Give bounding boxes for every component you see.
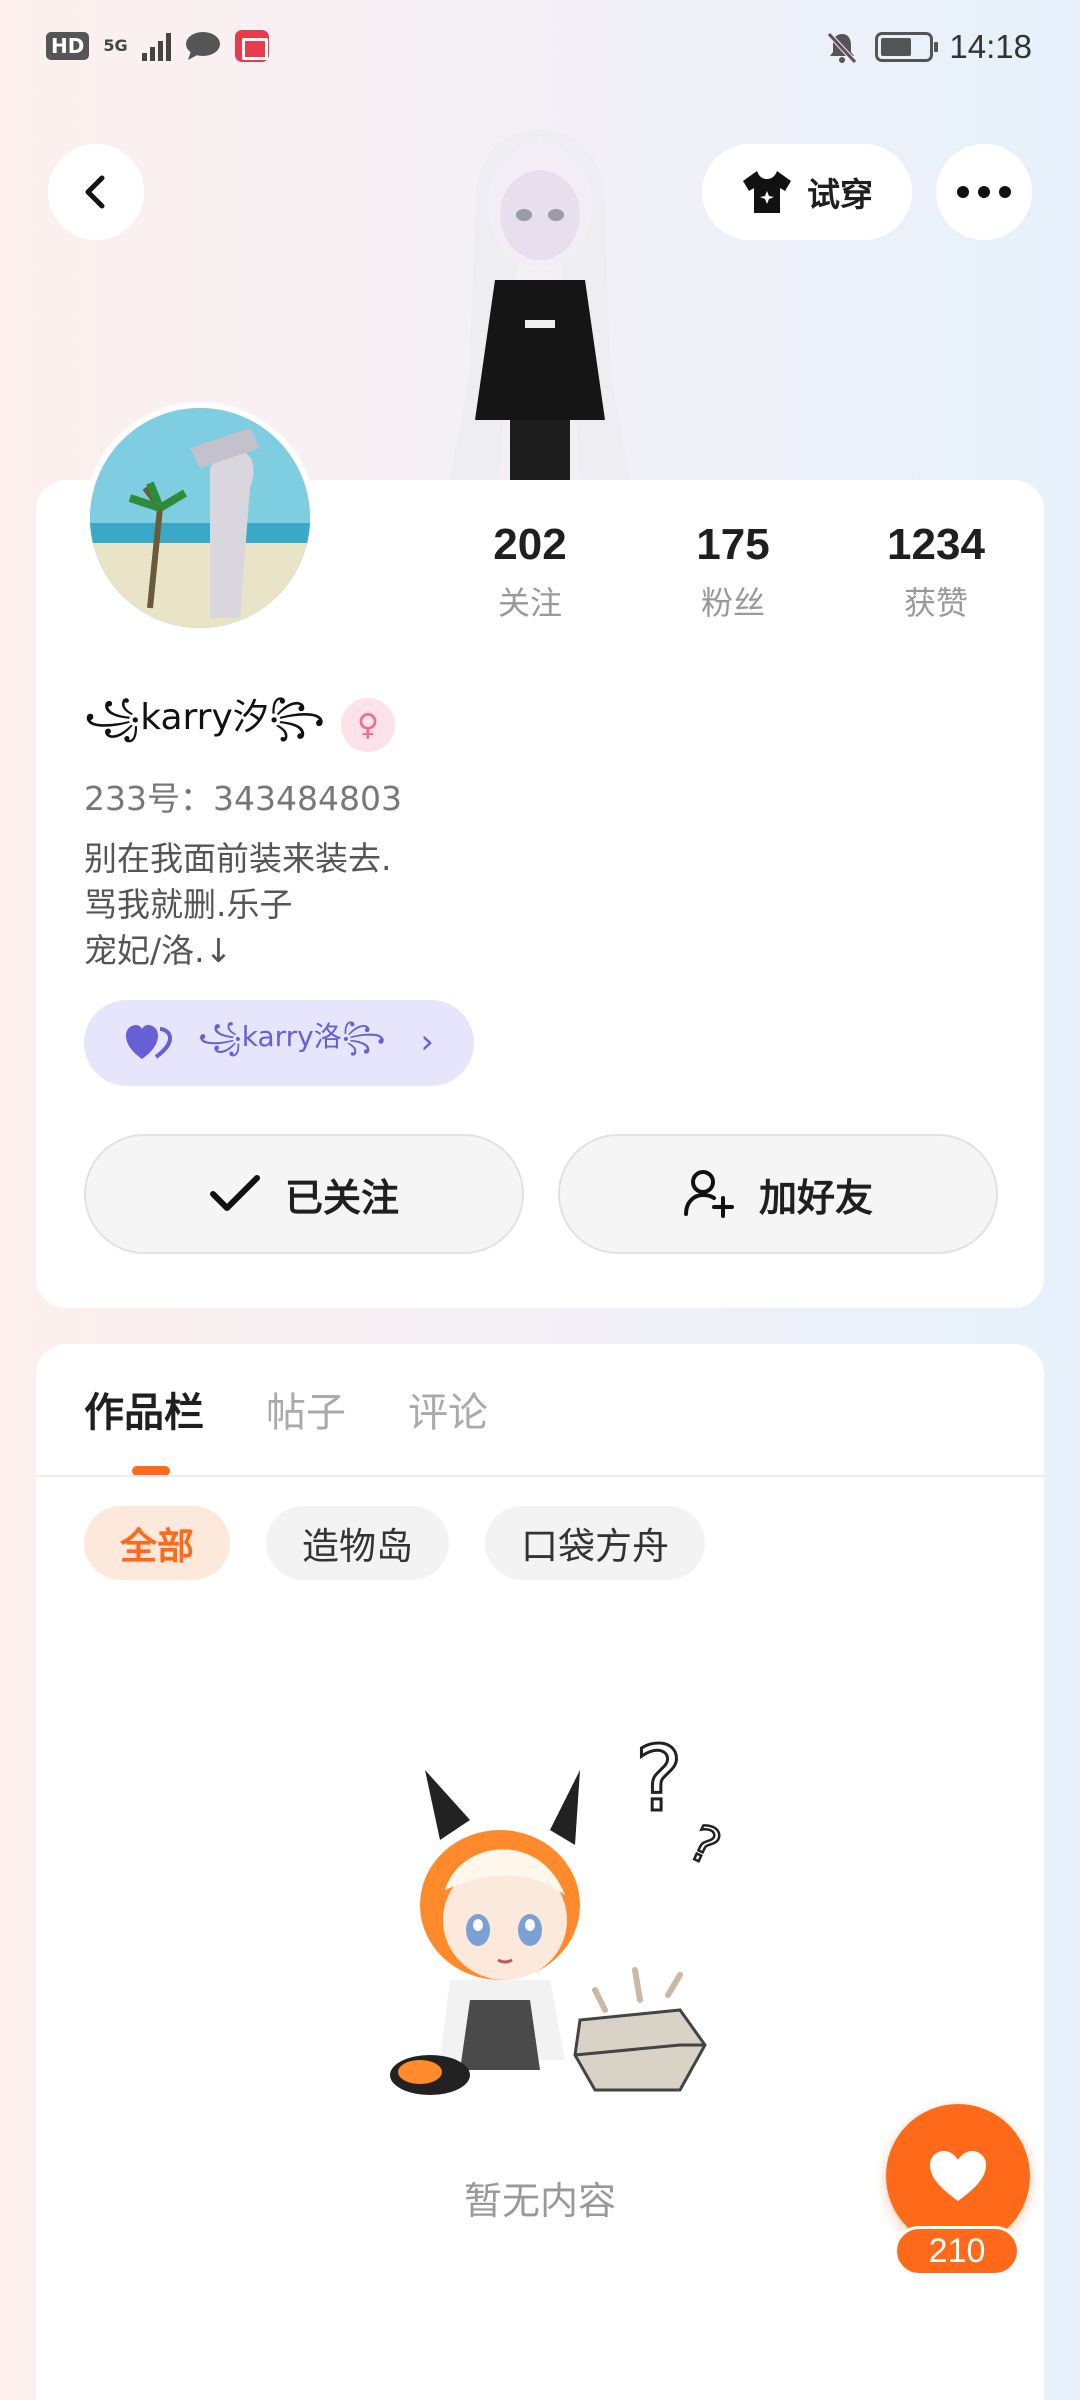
try-on-label: 试穿: [807, 175, 873, 214]
back-button[interactable]: [48, 144, 144, 240]
female-gender-icon: ♀: [341, 698, 396, 752]
network-type: 5G: [103, 36, 128, 55]
filter-pocket-ark[interactable]: 口袋方舟: [485, 1506, 705, 1580]
bio-line: 骂我就删.乐子: [84, 885, 293, 924]
tab-posts[interactable]: 帖子: [266, 1380, 346, 1464]
svg-text:?: ?: [635, 1727, 683, 1832]
status-bar: HD 5G 14:18: [0, 0, 1080, 100]
svg-text:?: ?: [680, 1813, 729, 1877]
heart-icon: [930, 2151, 986, 2201]
reader-app-icon: [234, 30, 269, 62]
stat-following[interactable]: 202 关注: [440, 520, 620, 624]
chevron-left-icon: [85, 175, 105, 209]
more-button[interactable]: [936, 144, 1032, 240]
battery-icon: [875, 32, 939, 62]
hd-icon: HD: [46, 32, 90, 60]
nickname: ꧁karry汐꧂: [84, 697, 326, 738]
try-on-button[interactable]: 试穿: [702, 144, 912, 240]
empty-state-illustration: ? ?: [390, 1726, 730, 2095]
couple-name: ꧁karry洛꧂: [198, 1019, 386, 1053]
stat-label: 获赞: [903, 584, 968, 622]
tab-comments[interactable]: 评论: [408, 1380, 488, 1464]
bio: 别在我面前装来装去. 骂我就删.乐子 宠妃/洛.↓: [84, 836, 392, 974]
add-friend-label: 加好友: [758, 1175, 873, 1220]
couple-tag[interactable]: ꧁karry洛꧂ ›: [84, 1000, 474, 1086]
filter-creation-island[interactable]: 造物岛: [266, 1506, 449, 1580]
character-avatar-3d[interactable]: [390, 120, 690, 480]
bio-line: 别在我面前装来装去.: [84, 839, 392, 878]
content-tabs: 作品栏 帖子 评论: [84, 1380, 488, 1464]
chevron-right-icon: ›: [420, 1022, 434, 1062]
stats-row: 202 关注 175 粉丝 1234 获赞: [440, 520, 1040, 640]
stat-value: 202: [493, 520, 567, 569]
signal-icon: [141, 31, 171, 61]
add-friend-button[interactable]: 加好友: [558, 1134, 998, 1254]
followed-button[interactable]: 已关注: [84, 1134, 524, 1254]
more-dots-icon: [957, 186, 1011, 198]
followed-label: 已关注: [284, 1175, 399, 1220]
mute-bell-icon: [827, 32, 858, 64]
stat-value: 1234: [887, 520, 985, 569]
tshirt-icon: [743, 171, 791, 213]
avatar[interactable]: [84, 402, 316, 634]
filter-all[interactable]: 全部: [84, 1506, 230, 1580]
message-icon: [185, 32, 220, 60]
check-icon: [209, 1175, 260, 1211]
add-user-icon: [683, 1170, 734, 1218]
stat-followers[interactable]: 175 粉丝: [643, 520, 823, 624]
stat-label: 粉丝: [700, 584, 765, 622]
avatar-image: [90, 408, 310, 628]
bio-line: 宠妃/洛.↓: [84, 931, 233, 970]
stat-likes[interactable]: 1234 获赞: [846, 520, 1026, 624]
divider: [36, 1475, 1044, 1477]
double-heart-icon: [126, 1025, 172, 1059]
clock: 14:18: [949, 28, 1032, 65]
tab-works[interactable]: 作品栏: [84, 1380, 204, 1464]
stat-value: 175: [696, 520, 770, 569]
user-id[interactable]: 233号：343484803: [84, 772, 402, 820]
nickname-row: ꧁karry汐꧂ ♀: [84, 688, 396, 762]
filter-chips: 全部 造物岛 口袋方舟: [84, 1506, 705, 1580]
stat-label: 关注: [497, 584, 562, 622]
like-count: 210: [894, 2226, 1020, 2276]
